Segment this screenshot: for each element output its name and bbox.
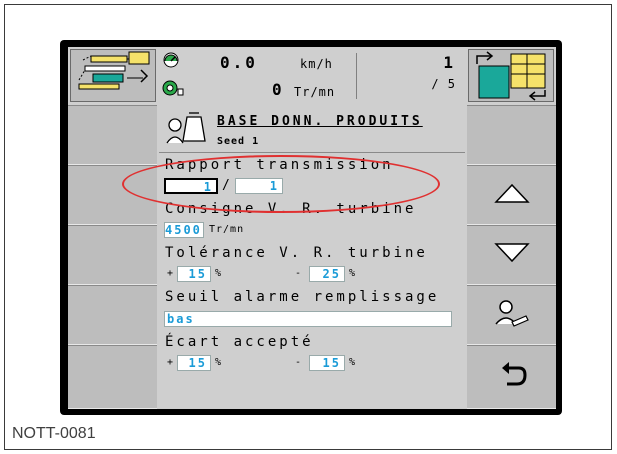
turbine-icon — [162, 79, 184, 101]
product-name: Seed 1 — [217, 136, 260, 147]
speed-value: 0.0 — [220, 53, 258, 72]
tolerance-minus-sign: - — [295, 268, 303, 279]
speedometer-icon — [162, 51, 180, 73]
page-current: 1 — [443, 53, 456, 72]
screen-switch-icon[interactable] — [468, 49, 554, 102]
ecart-plus-input[interactable]: 15 — [177, 355, 211, 371]
content-pane: BASE DONN. PRODUITS Seed 1 Rapport trans… — [159, 105, 465, 409]
operator-button[interactable] — [467, 285, 556, 345]
top-bar: 0.0 km/h 0 Tr/mn 1 / 5 — [68, 47, 556, 105]
terminal-screen: 0.0 km/h 0 Tr/mn 1 / 5 BASE DONN. PRODUI… — [68, 47, 556, 409]
tractor-seeder-icon[interactable] — [70, 49, 156, 102]
speed-rpm-panel: 0.0 km/h 0 Tr/mn — [160, 49, 354, 102]
arrow-down-icon — [493, 242, 530, 268]
right-softkey-1[interactable] — [467, 105, 556, 165]
scroll-down-button[interactable] — [467, 225, 556, 285]
page-counter-panel: 1 / 5 — [356, 49, 464, 102]
left-softkey-1[interactable] — [68, 105, 157, 165]
ecart-plus-sign: + — [167, 357, 175, 368]
figure-caption: NOTT-0081 — [12, 425, 96, 442]
alarm-threshold-label: Seuil alarme remplissage — [165, 289, 440, 305]
arrow-up-icon — [493, 182, 530, 208]
scroll-up-button[interactable] — [467, 165, 556, 225]
left-softkey-4[interactable] — [68, 285, 157, 345]
rpm-value: 0 — [272, 80, 285, 99]
left-softkey-column — [68, 105, 157, 409]
page-total: / 5 — [431, 77, 456, 91]
operator-icon — [494, 298, 530, 332]
back-icon — [497, 360, 527, 394]
left-softkey-3[interactable] — [68, 225, 157, 285]
tolerance-plus-input[interactable]: 15 — [177, 266, 211, 282]
ecart-minus-unit: % — [349, 357, 357, 368]
page-header: BASE DONN. PRODUITS Seed 1 — [159, 105, 465, 153]
tolerance-label: Tolérance V. R. turbine — [165, 245, 428, 261]
tolerance-minus-unit: % — [349, 268, 357, 279]
tolerance-plus-sign: + — [167, 268, 175, 279]
right-softkey-column — [467, 105, 556, 409]
tolerance-minus-input[interactable]: 25 — [309, 266, 345, 282]
ecart-minus-input[interactable]: 15 — [309, 355, 345, 371]
rpm-unit: Tr/mn — [294, 85, 336, 99]
ecart-plus-unit: % — [215, 357, 223, 368]
alarm-threshold-select[interactable]: bas — [164, 311, 452, 327]
highlight-ellipse — [122, 155, 440, 213]
page-title: BASE DONN. PRODUITS — [217, 114, 423, 129]
left-softkey-5[interactable] — [68, 345, 157, 409]
speed-unit: km/h — [300, 57, 333, 71]
turbine-setpoint-input[interactable]: 4500 — [164, 222, 204, 238]
tolerance-plus-unit: % — [215, 268, 223, 279]
back-button[interactable] — [467, 345, 556, 409]
turbine-setpoint-unit: Tr/mn — [209, 224, 245, 235]
ecart-minus-sign: - — [295, 357, 303, 368]
product-bag-icon — [165, 109, 209, 151]
ecart-label: Écart accepté — [165, 334, 314, 350]
